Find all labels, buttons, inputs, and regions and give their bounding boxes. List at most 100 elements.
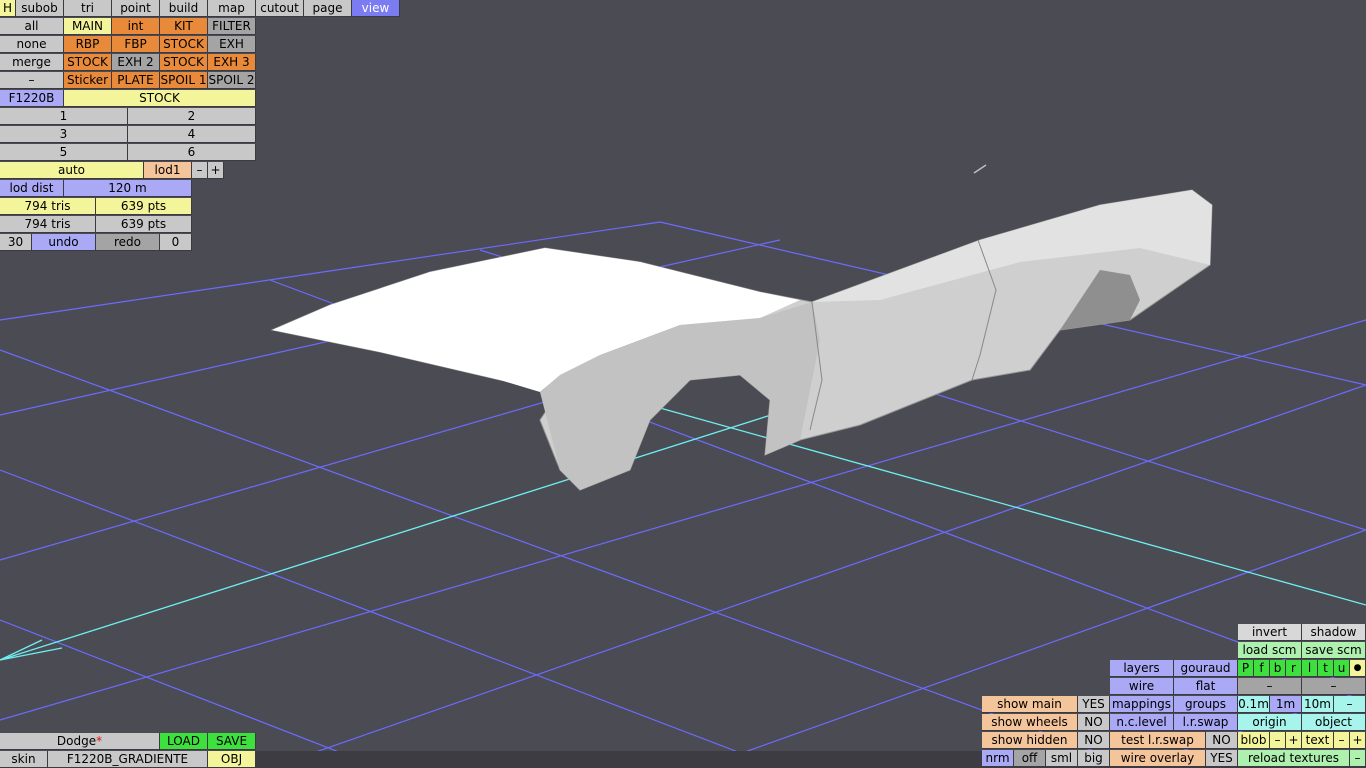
wire-overlay-label[interactable]: wire overlay (1110, 750, 1206, 767)
blob-plus-button[interactable]: + (1286, 732, 1302, 749)
grid-dash[interactable]: – (1334, 696, 1366, 713)
layer-exh-3[interactable]: EXH 3 (208, 54, 256, 71)
test-lr-swap-toggle[interactable]: NO (1206, 732, 1238, 749)
lod-select[interactable]: lod1 (144, 162, 192, 179)
dash-button[interactable]: – (0, 72, 64, 89)
layer-stock-2[interactable]: STOCK (64, 54, 112, 71)
menu-build[interactable]: build (160, 0, 208, 17)
layer-filter[interactable]: FILTER (208, 18, 256, 35)
layer-fbp[interactable]: FBP (112, 36, 160, 53)
layer-stock-3[interactable]: STOCK (160, 54, 208, 71)
menu-point[interactable]: point (112, 0, 160, 17)
layers-button[interactable]: layers (1110, 660, 1174, 677)
view-perspective[interactable]: P (1238, 660, 1254, 677)
shadow-button[interactable]: shadow (1302, 624, 1366, 641)
grid-0-1m[interactable]: 0.1m (1238, 696, 1270, 713)
slot-6-button[interactable]: 6 (128, 144, 256, 161)
wire-overlay-toggle[interactable]: YES (1206, 750, 1238, 767)
obj-button[interactable]: OBJ (208, 751, 256, 768)
model-code[interactable]: F1220B (0, 90, 64, 107)
select-all-button[interactable]: all (0, 18, 64, 35)
layer-stock-1[interactable]: STOCK (160, 36, 208, 53)
unsaved-marker: * (96, 734, 103, 748)
mappings-button[interactable]: mappings (1110, 696, 1174, 713)
layer-main[interactable]: MAIN (64, 18, 112, 35)
save-button[interactable]: SAVE (208, 733, 256, 750)
menu-h[interactable]: H (0, 0, 16, 17)
layer-spoil-1[interactable]: SPOIL 1 (160, 72, 208, 89)
slot-4-button[interactable]: 4 (128, 126, 256, 143)
undo-button[interactable]: undo (32, 234, 96, 251)
load-button[interactable]: LOAD (160, 733, 208, 750)
blob-minus-button[interactable]: – (1270, 732, 1286, 749)
show-hidden-toggle[interactable]: NO (1078, 732, 1110, 749)
menu-cutout[interactable]: cutout (256, 0, 304, 17)
select-none-button[interactable]: none (0, 36, 64, 53)
merge-button[interactable]: merge (0, 54, 64, 71)
layer-kit[interactable]: KIT (160, 18, 208, 35)
wire-button[interactable]: wire (1110, 678, 1174, 695)
text-minus-button[interactable]: – (1334, 732, 1350, 749)
current-variant[interactable]: STOCK (64, 90, 256, 107)
view-back[interactable]: b (1270, 660, 1286, 677)
reload-dash-button[interactable]: – (1350, 750, 1366, 767)
slot-5-button[interactable]: 5 (0, 144, 128, 161)
object-button[interactable]: object (1302, 714, 1366, 731)
layer-rbp[interactable]: RBP (64, 36, 112, 53)
view-left[interactable]: l (1302, 660, 1318, 677)
show-wheels-toggle[interactable]: NO (1078, 714, 1110, 731)
view-under[interactable]: u (1334, 660, 1350, 677)
flat-button[interactable]: flat (1174, 678, 1238, 695)
small-marker (973, 164, 987, 174)
grid-10m[interactable]: 10m (1302, 696, 1334, 713)
view-right[interactable]: r (1286, 660, 1302, 677)
view-dot-button[interactable]: ● (1350, 660, 1366, 677)
menu-subob[interactable]: subob (16, 0, 64, 17)
view-dash-2[interactable]: – (1302, 678, 1366, 695)
slot-3-button[interactable]: 3 (0, 126, 128, 143)
show-wheels-label[interactable]: show wheels (982, 714, 1078, 731)
origin-button[interactable]: origin (1238, 714, 1302, 731)
lod-minus-button[interactable]: – (192, 162, 208, 179)
view-front[interactable]: f (1254, 660, 1270, 677)
view-dash-1[interactable]: – (1238, 678, 1302, 695)
layer-plate[interactable]: PLATE (112, 72, 160, 89)
save-scm-button[interactable]: save scm (1302, 642, 1366, 659)
menu-tri[interactable]: tri (64, 0, 112, 17)
normals-nrm[interactable]: nrm (982, 750, 1014, 767)
layer-spoil-2[interactable]: SPOIL 2 (208, 72, 256, 89)
normals-sml[interactable]: sml (1046, 750, 1078, 767)
lod-plus-button[interactable]: + (208, 162, 224, 179)
layer-int[interactable]: int (112, 18, 160, 35)
pts-count-total: 639 pts (96, 216, 192, 233)
slot-1-button[interactable]: 1 (0, 108, 128, 125)
load-scm-button[interactable]: load scm (1238, 642, 1302, 659)
lod-dist-value[interactable]: 120 m (64, 180, 192, 197)
show-main-toggle[interactable]: YES (1078, 696, 1110, 713)
menu-view[interactable]: view (352, 0, 400, 17)
grid-1m[interactable]: 1m (1270, 696, 1302, 713)
menu-map[interactable]: map (208, 0, 256, 17)
view-top[interactable]: t (1318, 660, 1334, 677)
show-hidden-label[interactable]: show hidden (982, 732, 1078, 749)
menu-page[interactable]: page (304, 0, 352, 17)
layer-sticker[interactable]: Sticker (64, 72, 112, 89)
layer-exh-2[interactable]: EXH 2 (112, 54, 160, 71)
skin-value-field[interactable]: F1220B_GRADIENTE (48, 751, 208, 768)
nc-level-button[interactable]: n.c.level (1110, 714, 1174, 731)
slot-2-button[interactable]: 2 (128, 108, 256, 125)
show-main-label[interactable]: show main (982, 696, 1078, 713)
lr-swap-button[interactable]: l.r.swap (1174, 714, 1238, 731)
groups-button[interactable]: groups (1174, 696, 1238, 713)
redo-button[interactable]: redo (96, 234, 160, 251)
test-lr-swap-label[interactable]: test l.r.swap (1110, 732, 1206, 749)
normals-big[interactable]: big (1078, 750, 1110, 767)
layer-exh[interactable]: EXH (208, 36, 256, 53)
gouraud-button[interactable]: gouraud (1174, 660, 1238, 677)
text-plus-button[interactable]: + (1350, 732, 1366, 749)
invert-button[interactable]: invert (1238, 624, 1302, 641)
lod-auto-button[interactable]: auto (0, 162, 144, 179)
car-name-field[interactable]: Dodge* (0, 733, 160, 750)
reload-textures-button[interactable]: reload textures (1238, 750, 1350, 767)
normals-off[interactable]: off (1014, 750, 1046, 767)
